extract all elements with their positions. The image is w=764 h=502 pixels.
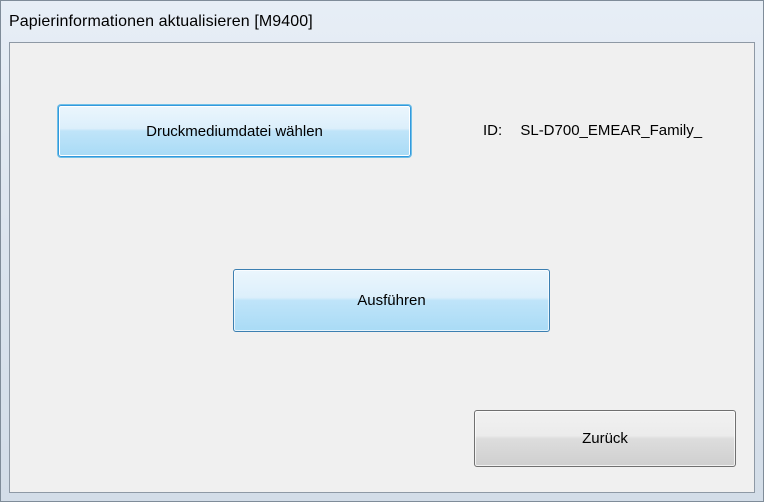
window-title: Papierinformationen aktualisieren [M9400… (9, 13, 313, 30)
select-media-file-button-label: Druckmediumdatei wählen (146, 122, 323, 140)
execute-button-label: Ausführen (357, 292, 426, 309)
id-value: SL-D700_EMEAR_Family_ (520, 122, 703, 139)
id-label: ID: (483, 122, 503, 139)
execute-button[interactable]: Ausführen (233, 269, 550, 332)
dialog-window: Papierinformationen aktualisieren [M9400… (0, 0, 764, 502)
select-media-file-button[interactable]: Druckmediumdatei wählen (58, 105, 411, 157)
dialog-client-area: Druckmediumdatei wählen ID: SL-D700_EMEA… (9, 42, 755, 493)
id-display: ID: SL-D700_EMEAR_Family_ (483, 122, 702, 139)
title-bar[interactable]: Papierinformationen aktualisieren [M9400… (1, 1, 763, 43)
back-button-label: Zurück (582, 430, 628, 447)
back-button[interactable]: Zurück (474, 410, 736, 467)
